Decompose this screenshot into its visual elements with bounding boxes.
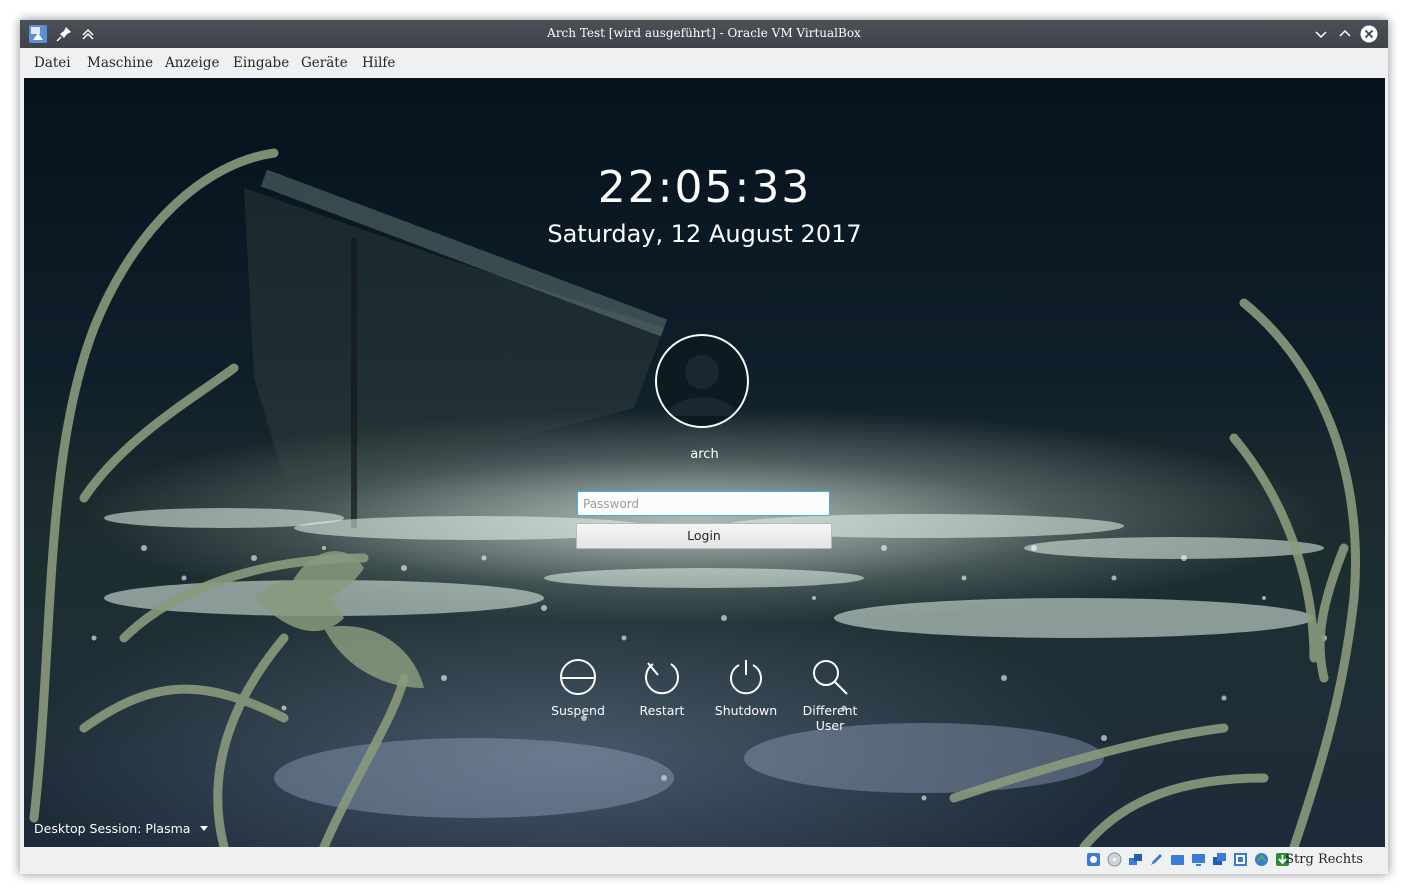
chevron-down-icon bbox=[200, 826, 209, 831]
menu-datei[interactable]: Datei bbox=[34, 55, 71, 71]
suspend-button[interactable]: Suspend bbox=[536, 658, 620, 718]
clock: 22:05:33 bbox=[597, 162, 812, 213]
different-user-button[interactable]: Different User bbox=[788, 658, 872, 733]
shutdown-icon bbox=[730, 660, 762, 695]
shutdown-button[interactable]: Shutdown bbox=[704, 658, 788, 718]
suspend-icon bbox=[560, 659, 596, 695]
date-label: Saturday, 12 August 2017 bbox=[547, 220, 862, 248]
vm-display[interactable]: 22:05:33 Saturday, 12 August 2017 arch L… bbox=[24, 78, 1385, 847]
usb-icon[interactable] bbox=[1254, 852, 1269, 867]
shutdown-label: Shutdown bbox=[714, 703, 778, 718]
maximize-icon[interactable] bbox=[1336, 25, 1354, 43]
close-icon[interactable] bbox=[1360, 25, 1378, 43]
minimize-icon[interactable] bbox=[1312, 25, 1330, 43]
user-avatar[interactable] bbox=[655, 334, 749, 428]
menu-hilfe[interactable]: Hilfe bbox=[362, 55, 395, 71]
menu-anzeige[interactable]: Anzeige bbox=[165, 55, 220, 71]
session-label: Desktop Session: Plasma bbox=[34, 821, 191, 836]
search-user-icon bbox=[813, 660, 848, 695]
virtualbox-window: Arch Test [wird ausgeführt] - Oracle VM … bbox=[20, 20, 1388, 874]
menu-geraete[interactable]: Geräte bbox=[301, 55, 348, 71]
pen-icon[interactable] bbox=[1149, 852, 1164, 867]
menu-maschine[interactable]: Maschine bbox=[87, 55, 153, 71]
title-bar[interactable]: Arch Test [wird ausgeführt] - Oracle VM … bbox=[20, 20, 1388, 48]
username-label: arch bbox=[690, 447, 719, 462]
shared-folders-icon[interactable] bbox=[1170, 852, 1185, 867]
video-capture-icon[interactable] bbox=[1212, 852, 1227, 867]
network-icon[interactable] bbox=[1128, 852, 1143, 867]
restart-label: Restart bbox=[639, 703, 685, 718]
menu-bar: Datei Maschine Anzeige Eingabe Geräte Hi… bbox=[20, 48, 1388, 78]
status-bar: Strg Rechts bbox=[20, 847, 1388, 874]
restart-icon bbox=[645, 662, 679, 695]
window-title: Arch Test [wird ausgeführt] - Oracle VM … bbox=[547, 26, 861, 40]
different-user-label: Different User bbox=[802, 703, 858, 733]
display-icon[interactable] bbox=[1191, 852, 1206, 867]
user-avatar-icon bbox=[665, 355, 739, 416]
hard-disk-icon[interactable] bbox=[1086, 852, 1101, 867]
menu-eingabe[interactable]: Eingabe bbox=[233, 55, 289, 71]
login-button[interactable]: Login bbox=[576, 523, 832, 549]
optical-drive-icon[interactable] bbox=[1107, 852, 1122, 867]
suspend-label: Suspend bbox=[551, 703, 605, 718]
restart-button[interactable]: Restart bbox=[620, 658, 704, 718]
cpu-icon[interactable] bbox=[1233, 852, 1248, 867]
password-field[interactable] bbox=[577, 491, 830, 516]
session-selector[interactable]: Desktop Session: Plasma bbox=[34, 821, 209, 836]
host-key-label: Strg Rechts bbox=[1285, 852, 1363, 867]
